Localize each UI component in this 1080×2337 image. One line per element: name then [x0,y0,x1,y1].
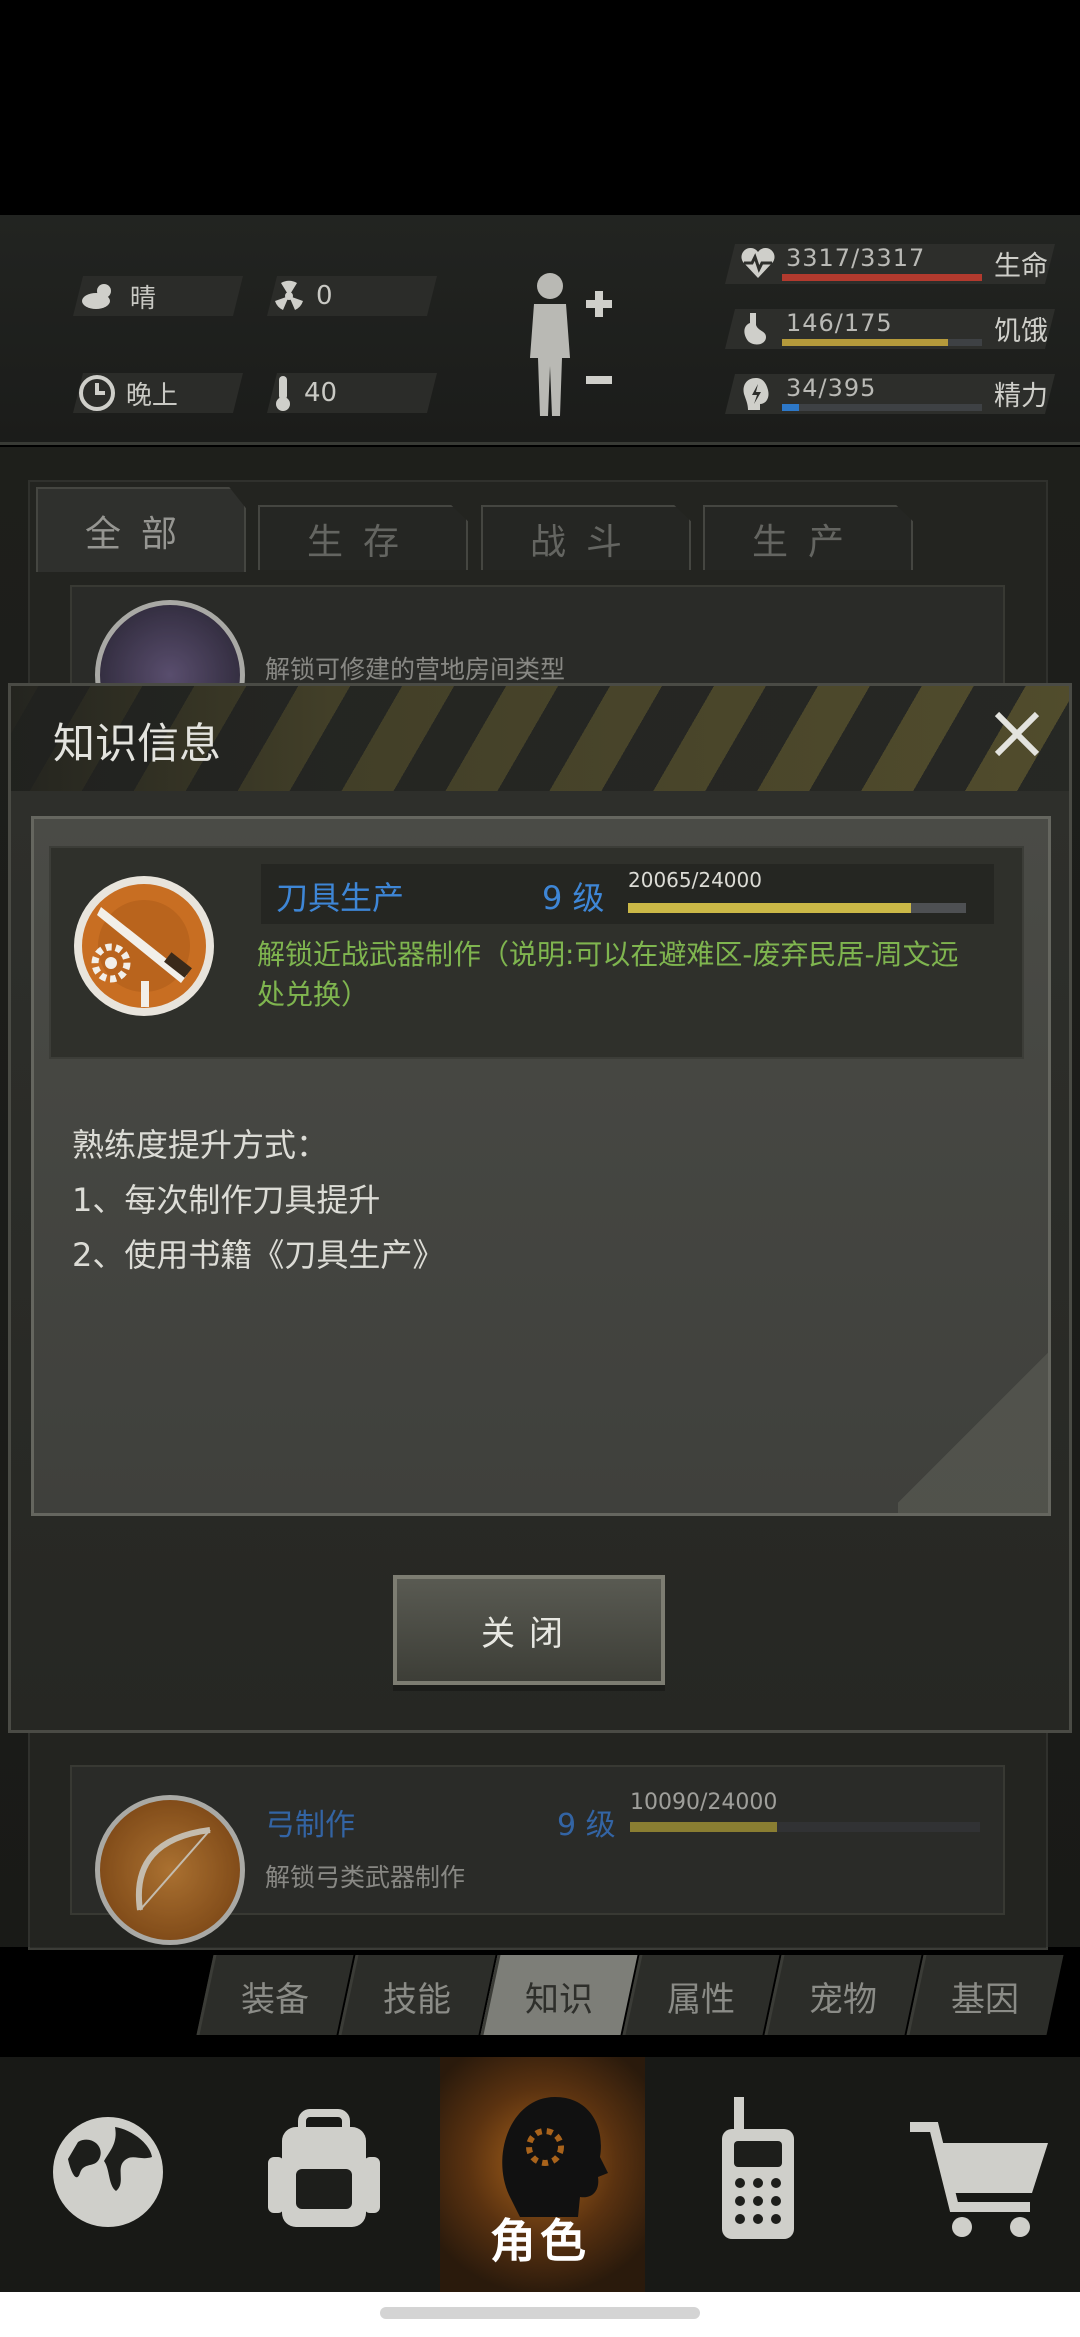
walkie-talkie-icon [722,2097,794,2239]
shopping-cart-icon [910,2122,1048,2237]
globe-icon [53,2117,163,2227]
nav-shop[interactable] [870,2057,1080,2292]
energy-label: 精力 [994,381,1048,412]
health-value: 3317/3317 [786,244,926,272]
nav-world[interactable] [0,2057,216,2292]
method-item: 1、每次制作刀具提升 [72,1181,381,1219]
radiation-status: 0 [267,276,437,316]
hunger-label: 饥饿 [994,316,1048,347]
body-figure-icon [530,273,612,416]
vital-hunger: 146/175 饥饿 [725,305,1060,349]
skill-name: 刀具生产 [276,879,405,917]
time-status: 晚上 [73,373,243,413]
tab-skills[interactable]: 技能 [347,1972,487,2021]
top-letterbox [0,0,1080,215]
radiation-icon [272,279,306,313]
nav-inventory[interactable] [216,2057,432,2292]
heart-icon [740,246,776,282]
cloud-sun-icon [78,281,120,311]
thermometer-icon [272,374,294,412]
nav-radio[interactable] [650,2057,866,2292]
tab-equipment[interactable]: 装备 [205,1972,345,2021]
vital-health: 3317/3317 生命 [725,240,1060,284]
home-indicator[interactable] [380,2307,700,2319]
clock-icon [78,374,116,412]
brain-bolt-icon [740,376,776,412]
health-label: 生命 [994,251,1048,282]
weather-status: 晴 [73,276,243,316]
vital-energy: 34/395 精力 [725,370,1060,414]
tab-knowledge[interactable]: 知识 [489,1972,629,2021]
radiation-value: 0 [316,281,333,311]
skill-progress-bar [628,903,911,913]
temperature-status: 40 [267,373,437,413]
corner-decoration [898,1343,1048,1513]
hunger-bar [782,339,948,346]
skill-description: 解锁近战武器制作（说明:可以在避难区-废弃民居-周文远处兑换） [257,938,959,1011]
health-bar [782,274,982,281]
tab-genes[interactable]: 基因 [915,1972,1055,2021]
method-item: 2、使用书籍《刀具生产》 [72,1236,445,1274]
temperature-value: 40 [304,378,338,408]
stomach-icon [740,311,776,347]
tab-pets[interactable]: 宠物 [773,1972,913,2021]
time-of-day: 晚上 [126,380,179,411]
game-screen: 晴 0 晚上 40 3317/3317 生命 146/175 饥饿 34/395… [0,0,1080,2337]
close-button[interactable]: 关闭 [393,1575,665,1685]
hunger-value: 146/175 [786,309,893,337]
method-title: 熟练度提升方式： [72,1126,329,1164]
close-icon[interactable] [987,704,1047,764]
skill-level: 9 级 [542,879,605,917]
body-status-button[interactable] [520,268,612,418]
tab-attributes[interactable]: 属性 [631,1972,771,2021]
energy-bar [782,404,800,411]
backpack-icon [268,2109,380,2227]
nav-character-label: 角色 [490,2214,590,2268]
energy-value: 34/395 [786,374,877,402]
skill-progress-track [628,903,966,913]
weather-label: 晴 [130,283,157,314]
modal-title: 知识信息 [53,719,222,768]
knife-gear-icon [69,871,219,1021]
skill-progress-text: 20065/24000 [628,868,762,892]
